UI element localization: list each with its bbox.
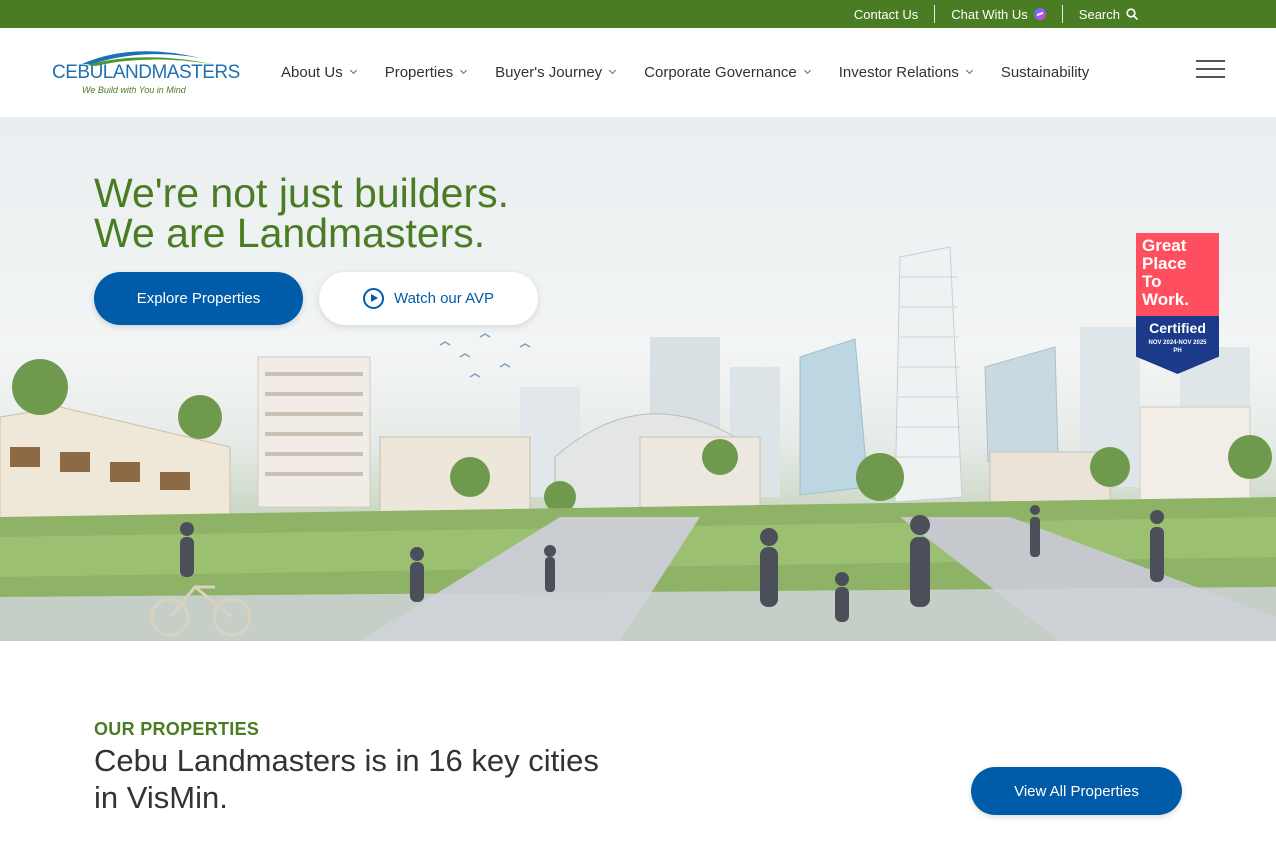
- gptw-line: Work.: [1142, 290, 1189, 309]
- chat-label: Chat With Us: [951, 6, 1028, 22]
- search-link[interactable]: Search: [1063, 7, 1154, 22]
- contact-us-link[interactable]: Contact Us: [838, 7, 934, 22]
- chevron-down-icon: [460, 66, 468, 75]
- watch-avp-label: Watch our AVP: [393, 290, 495, 307]
- gptw-badge-top: Great Place To Work.: [1136, 233, 1219, 316]
- nav-label: Investor Relations: [838, 64, 959, 81]
- gptw-line: Place: [1142, 254, 1187, 273]
- explore-properties-button[interactable]: Explore Properties: [94, 272, 303, 325]
- nav-label: Corporate Governance: [644, 64, 797, 81]
- nav-about-us[interactable]: About Us: [281, 64, 357, 81]
- nav-buyers-journey[interactable]: Buyer's Journey: [495, 64, 617, 81]
- main-navigation: CEBULANDMASTERS We Build with You in Min…: [0, 28, 1276, 117]
- great-place-to-work-badge: Great Place To Work. Certified NOV 2024-…: [1136, 233, 1219, 374]
- chevron-down-icon: [965, 66, 973, 75]
- chevron-down-icon: [349, 66, 357, 75]
- utility-links: Contact Us Chat With Us Search: [838, 0, 1154, 28]
- logo-landmasters: LANDMASTERS: [102, 62, 241, 83]
- gptw-line: Great: [1142, 236, 1187, 255]
- hero-banner: We're not just builders. We are Landmast…: [0, 117, 1276, 641]
- search-label: Search: [1078, 6, 1120, 22]
- nav-label: Buyer's Journey: [495, 64, 603, 81]
- nav-label: Sustainability: [1000, 64, 1090, 81]
- logo-tagline: We Build with You in Mind: [82, 85, 186, 95]
- headline-line-1: We're not just builders.: [94, 170, 509, 216]
- nav-label: Properties: [384, 64, 454, 81]
- gptw-country: PH: [1173, 348, 1182, 354]
- chat-with-us-link[interactable]: Chat With Us: [935, 7, 1062, 22]
- nav-sustainability[interactable]: Sustainability: [1001, 64, 1089, 81]
- primary-nav: About Us Properties Buyer's Journey Corp…: [281, 28, 1118, 117]
- logo-wordmark: CEBULANDMASTERS: [52, 63, 240, 83]
- chevron-down-icon: [609, 66, 617, 75]
- view-all-properties-button[interactable]: View All Properties: [971, 767, 1182, 815]
- search-icon: [1126, 8, 1138, 20]
- properties-eyebrow: OUR PROPERTIES: [94, 719, 260, 739]
- hamburger-icon[interactable]: [1196, 60, 1225, 78]
- gptw-line: To: [1142, 272, 1162, 291]
- headline-line-2: We are Landmasters.: [94, 210, 486, 256]
- site-logo[interactable]: CEBULANDMASTERS We Build with You in Min…: [52, 44, 240, 100]
- gptw-certified: Certified: [1149, 320, 1206, 336]
- nav-properties[interactable]: Properties: [384, 64, 468, 81]
- play-circle-icon: [362, 288, 384, 309]
- properties-heading: Cebu Landmasters is in 16 key cities in …: [94, 743, 599, 815]
- messenger-icon: [1033, 8, 1046, 20]
- utility-bar: Contact Us Chat With Us Search: [0, 0, 1276, 28]
- logo-cebu: CEBU: [52, 62, 103, 83]
- contact-us-label: Contact Us: [853, 6, 919, 22]
- hero-headline: We're not just builders. We are Landmast…: [94, 170, 509, 256]
- gptw-dates: NOV 2024-NOV 2025: [1148, 340, 1207, 346]
- gptw-badge-bottom: Certified NOV 2024-NOV 2025 PH: [1136, 316, 1219, 374]
- chevron-down-icon: [803, 66, 811, 75]
- nav-investor-relations[interactable]: Investor Relations: [838, 64, 973, 81]
- nav-corporate-governance[interactable]: Corporate Governance: [644, 64, 811, 81]
- watch-avp-button[interactable]: Watch our AVP: [319, 272, 538, 325]
- nav-label: About Us: [281, 64, 343, 81]
